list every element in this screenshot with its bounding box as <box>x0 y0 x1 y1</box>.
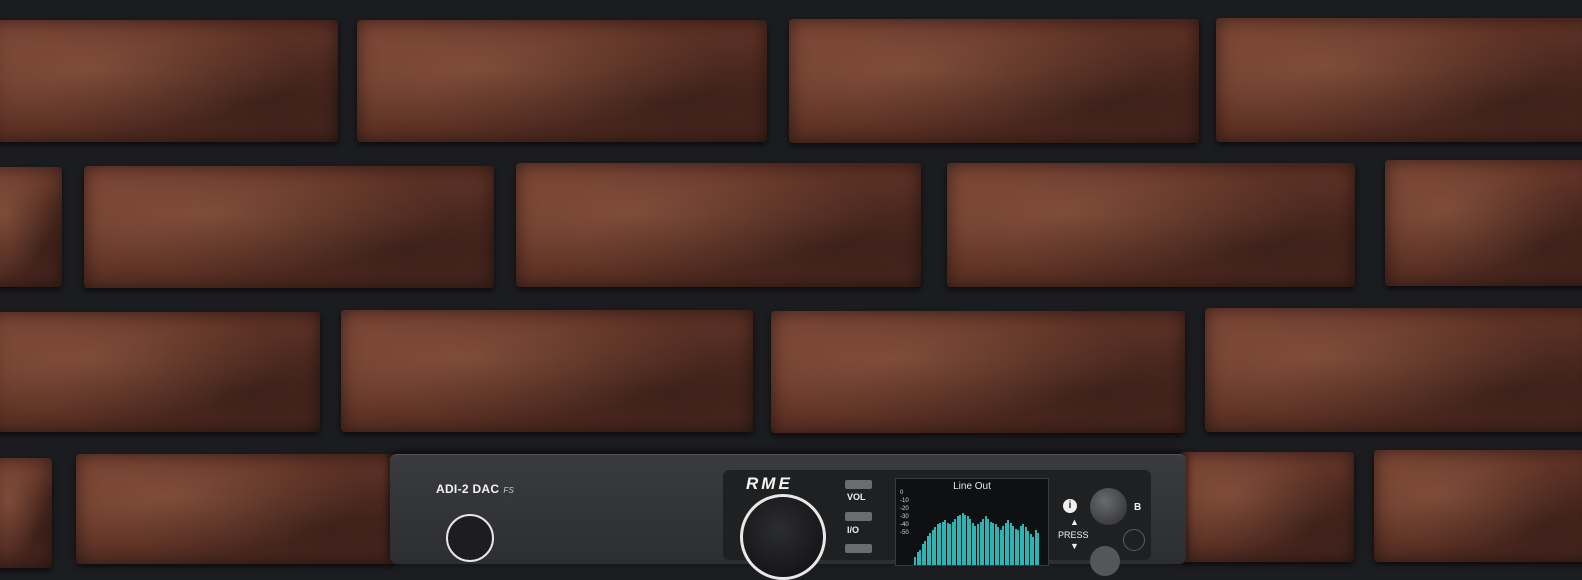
brick <box>76 454 396 564</box>
model-suffix: FS <box>503 486 515 495</box>
vol-button-label: VOL <box>847 492 866 502</box>
display-screen: Line Out 0 -10 -20 -30 -40 -50 <box>895 478 1049 566</box>
brick <box>947 163 1355 287</box>
brick <box>771 311 1185 433</box>
io-button <box>845 512 872 521</box>
knob-ring <box>1123 529 1145 551</box>
level-tick: -20 <box>900 506 909 512</box>
brick <box>0 167 62 287</box>
brick <box>0 458 52 568</box>
brick <box>1180 452 1354 562</box>
brick <box>357 20 767 142</box>
headphone-jack <box>446 514 494 562</box>
brand-logo: RME <box>746 474 793 493</box>
level-tick: 0 <box>900 490 904 496</box>
brick <box>84 166 494 288</box>
brick <box>516 163 921 287</box>
level-tick: -10 <box>900 498 909 504</box>
brick <box>341 310 753 432</box>
brick <box>1385 160 1582 286</box>
level-tick: -50 <box>900 530 909 536</box>
down-arrow-icon: ▼ <box>1070 541 1079 551</box>
brick <box>1205 308 1582 432</box>
brick <box>789 19 1199 143</box>
io-button-label: I/O <box>847 525 860 535</box>
brick <box>1216 18 1582 142</box>
up-arrow-icon: ▲ <box>1070 517 1079 527</box>
b-button-label: B <box>1134 502 1142 513</box>
vol-button <box>845 480 872 489</box>
info-icon: i <box>1063 499 1077 513</box>
press-label: PRESS <box>1058 530 1089 540</box>
audio-dac-device: ADI-2 DAC FS RME VOL I/O Line Out 0 -10 -… <box>390 454 1186 580</box>
meter-bar <box>1037 532 1040 565</box>
model-name: ADI-2 DAC FS <box>436 482 515 496</box>
third-button <box>845 544 872 553</box>
display-title: Line Out <box>953 481 991 492</box>
volume-knob <box>740 494 826 580</box>
b-button <box>1090 488 1127 525</box>
brick <box>1374 450 1582 562</box>
level-tick: -30 <box>900 514 909 520</box>
lower-button <box>1090 546 1120 576</box>
level-meter <box>914 495 1040 565</box>
brick <box>0 20 338 142</box>
level-tick: -40 <box>900 522 909 528</box>
brick <box>0 312 320 432</box>
